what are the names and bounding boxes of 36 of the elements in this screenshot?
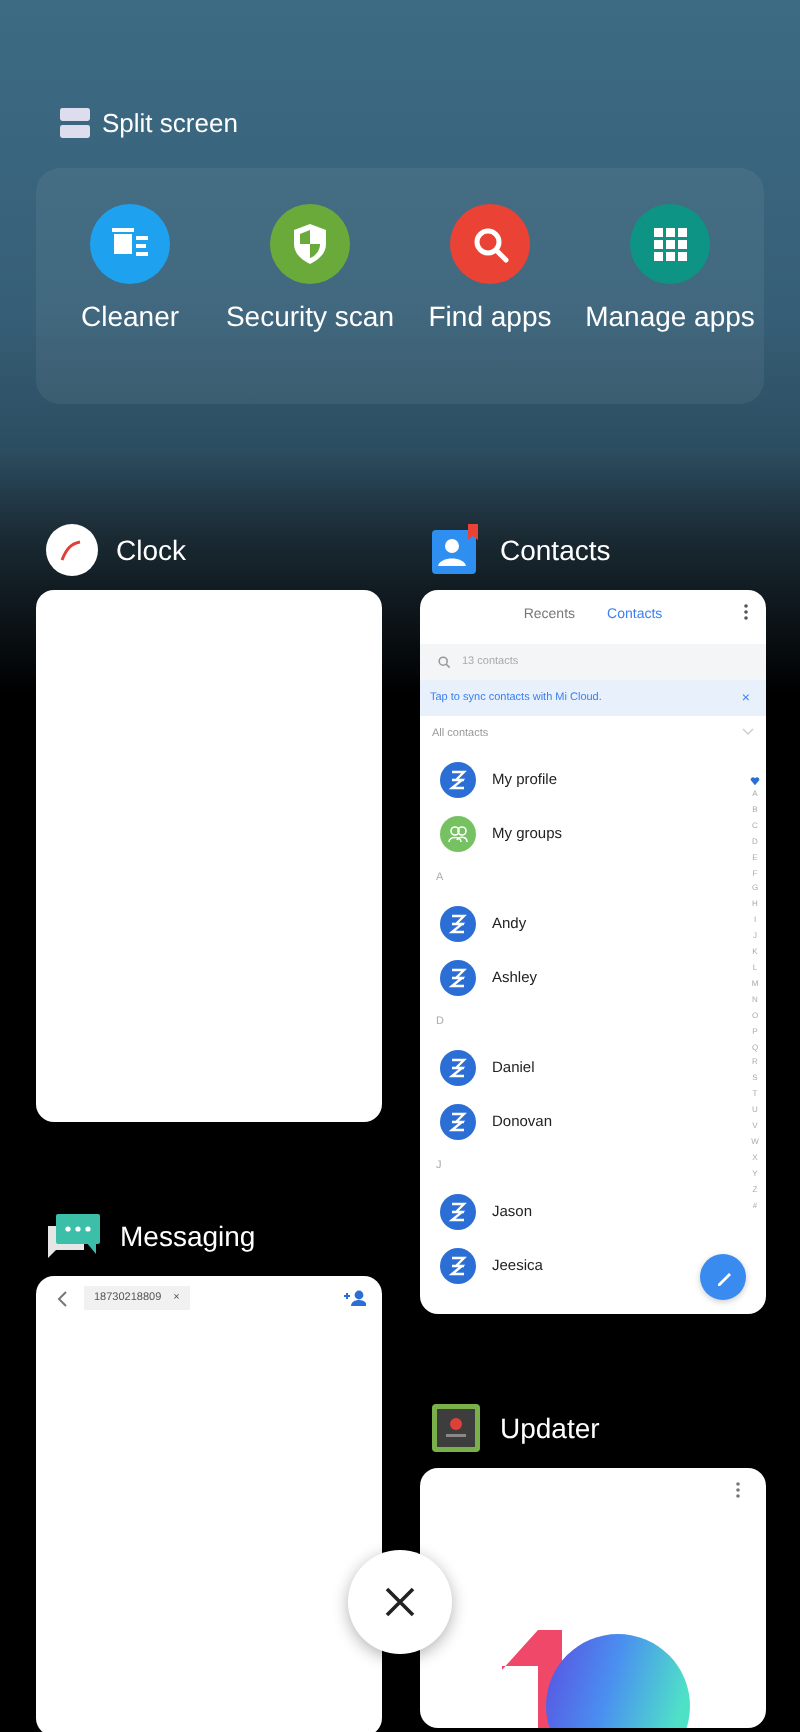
avatar-icon bbox=[440, 959, 476, 995]
clock-icon bbox=[46, 524, 98, 576]
split-screen-button[interactable]: Split screen bbox=[102, 107, 238, 137]
heart-icon[interactable] bbox=[750, 776, 760, 786]
search-icon bbox=[449, 204, 530, 284]
shortcut-button[interactable]: Manage apps bbox=[585, 204, 755, 332]
trash-icon bbox=[90, 204, 170, 284]
split-screen-icon[interactable] bbox=[60, 107, 90, 137]
shortcut-button[interactable]: Security scan bbox=[225, 204, 395, 332]
app-name: Messaging bbox=[120, 1220, 256, 1252]
avatar-icon bbox=[440, 1247, 476, 1283]
add-contact-icon[interactable] bbox=[344, 1290, 366, 1306]
shortcut-button[interactable]: Find apps bbox=[428, 204, 552, 332]
avatar-icon bbox=[440, 1193, 476, 1229]
pencil-icon bbox=[713, 1267, 733, 1287]
edit-button[interactable] bbox=[700, 1254, 746, 1300]
avatar-icon bbox=[440, 761, 476, 797]
search-icon bbox=[438, 656, 450, 668]
app-name: Clock bbox=[116, 534, 187, 566]
chevron-icon bbox=[742, 728, 754, 736]
chip-icon bbox=[430, 1402, 482, 1454]
contacts-icon bbox=[430, 524, 482, 576]
app-preview[interactable] bbox=[420, 590, 766, 1314]
chat-bubbles-icon bbox=[46, 1210, 102, 1262]
back-icon[interactable] bbox=[56, 1289, 68, 1307]
avatar-icon bbox=[440, 1049, 476, 1085]
group-avatar-icon bbox=[440, 815, 476, 851]
avatar-icon bbox=[440, 905, 476, 941]
app-name: Contacts bbox=[500, 534, 611, 566]
avatar-icon bbox=[440, 1103, 476, 1139]
shortcut-button[interactable]: Cleaner bbox=[80, 204, 180, 332]
app-preview[interactable] bbox=[420, 1468, 766, 1728]
shield-icon bbox=[269, 204, 350, 284]
close-icon bbox=[384, 1586, 416, 1618]
app-name: Updater bbox=[500, 1412, 600, 1444]
grid-icon bbox=[630, 204, 710, 284]
